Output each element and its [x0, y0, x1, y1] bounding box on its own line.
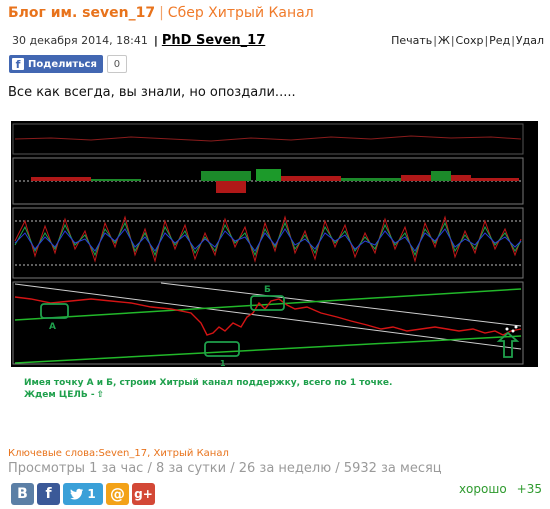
author-link[interactable]: PhD Seven_17 [162, 33, 265, 48]
googleplus-icon: g+ [134, 487, 153, 501]
share-count: 0 [106, 55, 127, 73]
facebook-icon: f [12, 58, 24, 71]
twitter-icon [70, 488, 84, 500]
post-rating: хорошо +35 [459, 482, 542, 496]
post-meta: 30 декабря 2014, 18:41 | PhD Seven_17 [12, 33, 265, 48]
facebook-share-button[interactable]: f Поделиться [9, 55, 103, 73]
facebook-share: f Поделиться 0 [9, 55, 127, 73]
facebook-icon: f [45, 486, 52, 502]
facebook-share-icon-button[interactable]: f [37, 483, 60, 505]
googleplus-share-button[interactable]: g+ [132, 483, 155, 505]
mail-icon: @ [110, 485, 125, 503]
view-stats: Просмотры 1 за час / 8 за сутки / 26 за … [8, 461, 442, 476]
point-1-label: 1 [220, 359, 226, 367]
post-date: 30 декабря 2014, 18:41 [12, 34, 148, 47]
mail-share-button[interactable]: @ [106, 483, 129, 505]
up-arrow-icon: ⇧ [96, 390, 105, 400]
bold-action[interactable]: Ж [438, 34, 450, 47]
delete-action[interactable]: Удал [516, 34, 544, 47]
point-b-label: Б [264, 285, 271, 295]
meta-separator: | [153, 34, 158, 47]
save-action[interactable]: Сохр [456, 34, 484, 47]
edit-action[interactable]: Ред [489, 34, 510, 47]
blog-link[interactable]: Блог им. seven_17 [8, 5, 155, 21]
blog-post-page: Блог им. seven_17 | Сбер Хитрый Канал 30 д… [0, 0, 550, 509]
vk-icon: B [17, 486, 28, 502]
point-a-label: А [49, 322, 56, 332]
post-actions: Печать|Ж|Сохр|Ред|Удал [391, 34, 544, 47]
vk-share-button[interactable]: B [11, 483, 34, 505]
chart-caption: Имея точку А и Б, строим Хитрый канал по… [24, 377, 392, 401]
social-share-bar: B f 1 @ g+ [11, 483, 155, 505]
title-separator: | [159, 5, 164, 21]
print-action[interactable]: Печать [391, 34, 432, 47]
twitter-count: 1 [87, 487, 96, 501]
twitter-share-button[interactable]: 1 [63, 483, 103, 505]
post-body-text: Все как всегда, вы знали, но опоздали...… [8, 85, 296, 100]
post-title-link[interactable]: Сбер Хитрый Канал [168, 5, 314, 21]
post-header: Блог им. seven_17 | Сбер Хитрый Канал [8, 5, 314, 21]
share-label: Поделиться [28, 58, 97, 70]
caption-line-1: Имея точку А и Б, строим Хитрый канал по… [24, 378, 393, 388]
caption-line-2: Ждем ЦЕЛЬ - ⇧ [24, 390, 105, 400]
trading-chart-image: А Б 1 [11, 121, 538, 367]
post-keywords[interactable]: Ключевые слова:Seven_17, Хитрый Канал [8, 448, 229, 459]
rating-label: хорошо [458, 482, 507, 496]
rating-score: +35 [516, 482, 542, 496]
